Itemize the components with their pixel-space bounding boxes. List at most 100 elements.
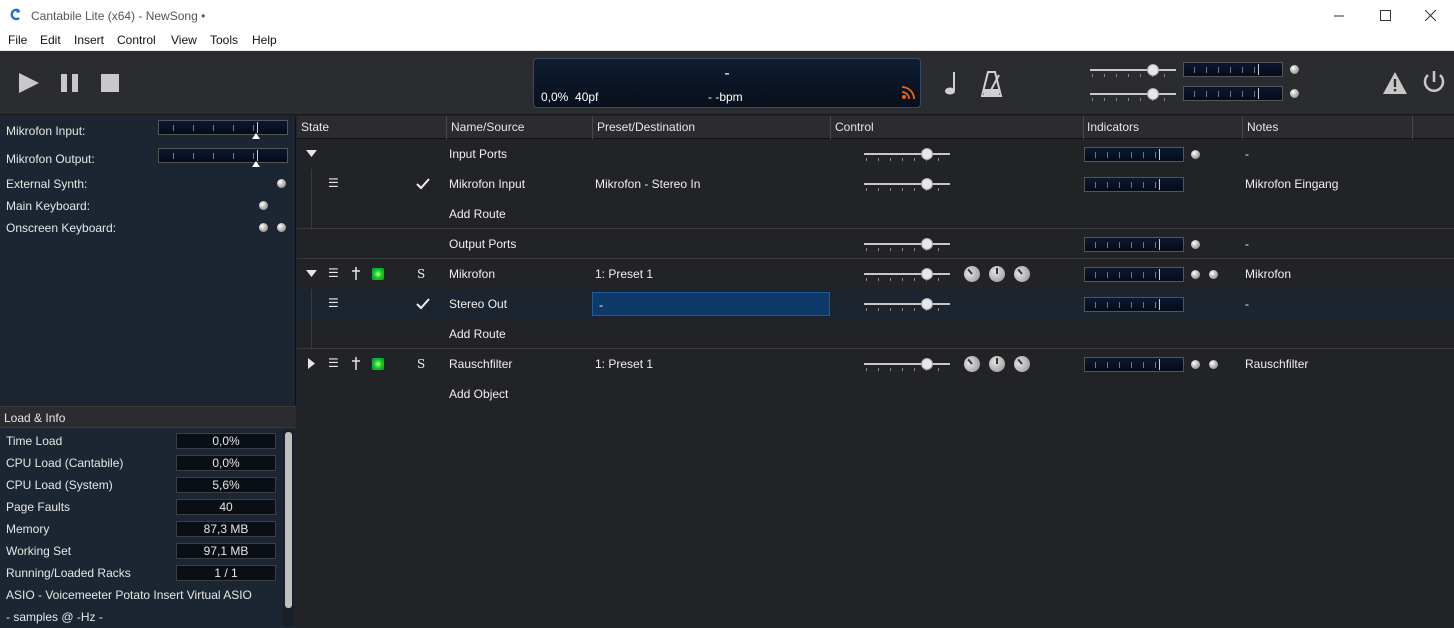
menu-view[interactable]: View: [171, 33, 197, 47]
destination-value: -: [599, 298, 603, 312]
add-route-link[interactable]: Add Route: [449, 327, 506, 341]
activity-led: [1191, 150, 1200, 159]
gain-slider[interactable]: [864, 358, 950, 371]
menu-file[interactable]: File: [8, 33, 27, 47]
activity-led: [1191, 240, 1200, 249]
gain-slider[interactable]: [864, 148, 950, 161]
level-marker-icon[interactable]: [252, 161, 260, 167]
add-route-link[interactable]: Add Route: [449, 207, 506, 221]
pan-knob[interactable]: [960, 352, 984, 376]
row-name: Input Ports: [449, 147, 508, 161]
maximize-button[interactable]: [1362, 0, 1408, 31]
column-indicators[interactable]: Indicators: [1087, 120, 1139, 134]
column-control[interactable]: Control: [835, 120, 874, 134]
balance-knob[interactable]: [989, 266, 1005, 282]
toolbar: - 0,0% 40pf - -bpm: [0, 51, 1454, 115]
gain-slider[interactable]: [864, 268, 950, 281]
power-led[interactable]: [372, 268, 384, 280]
warning-icon[interactable]: [1382, 71, 1408, 95]
pan-knob[interactable]: [960, 262, 984, 286]
checkmark-icon[interactable]: [416, 178, 430, 190]
collapse-icon[interactable]: [306, 150, 317, 157]
close-button[interactable]: [1407, 0, 1453, 31]
minimize-button[interactable]: [1316, 0, 1362, 31]
table-row[interactable]: ☰ Mikrofon Input Mikrofon - Stereo In Mi…: [297, 169, 1454, 229]
add-object-link[interactable]: Add Object: [449, 387, 508, 401]
table-row[interactable]: Add Route: [297, 199, 1454, 229]
solo-button[interactable]: S: [417, 267, 425, 281]
master-output-slider[interactable]: [1090, 88, 1176, 101]
master-input-led: [1290, 65, 1299, 74]
level-meter: [1084, 267, 1184, 282]
balance-knob[interactable]: [989, 356, 1005, 372]
gain-slider[interactable]: [864, 178, 950, 191]
expand-icon[interactable]: [308, 358, 315, 369]
maximize-icon: [1379, 10, 1391, 21]
table-row[interactable]: ☰ S Mikrofon 1: Preset 1 Mikrofon: [297, 259, 1454, 289]
column-preset-destination[interactable]: Preset/Destination: [597, 120, 695, 134]
gain-slider[interactable]: [864, 298, 950, 311]
width-knob[interactable]: [1010, 352, 1034, 376]
menu-handle-icon[interactable]: ☰: [328, 176, 339, 190]
menu-tools[interactable]: Tools: [210, 33, 238, 47]
table-row-selected[interactable]: ☰ Stereo Out - -: [297, 289, 1454, 349]
mikrofon-input-meter[interactable]: [158, 120, 288, 135]
power-icon[interactable]: [1421, 69, 1447, 95]
power-led[interactable]: [372, 358, 384, 370]
menu-handle-icon[interactable]: ☰: [328, 296, 339, 310]
mikrofon-output-meter[interactable]: [158, 148, 288, 163]
midi-out-led: [1209, 270, 1218, 279]
menu-help[interactable]: Help: [252, 33, 277, 47]
menu-handle-icon[interactable]: ☰: [328, 356, 339, 370]
row-preset[interactable]: 1: Preset 1: [595, 267, 653, 281]
column-notes[interactable]: Notes: [1247, 120, 1278, 134]
sample-rate-text: - samples @ -Hz -: [6, 610, 103, 624]
table-row[interactable]: ☰ S Rauschfilter 1: Preset 1 Rauschfilte…: [297, 349, 1454, 379]
load-info-scrollbar[interactable]: [283, 430, 294, 626]
scrollbar-thumb[interactable]: [285, 432, 292, 608]
bypass-icon[interactable]: [351, 357, 361, 371]
master-output-meter: [1183, 86, 1283, 101]
note-icon[interactable]: [943, 71, 959, 97]
master-input-slider[interactable]: [1090, 64, 1176, 77]
row-preset[interactable]: 1: Preset 1: [595, 357, 653, 371]
info-value: 40: [176, 499, 276, 515]
menu-insert[interactable]: Insert: [74, 33, 104, 47]
width-knob[interactable]: [1010, 262, 1034, 286]
menu-handle-icon[interactable]: ☰: [328, 266, 339, 280]
load-info-header[interactable]: Load & Info: [0, 406, 296, 428]
stop-icon[interactable]: [100, 73, 120, 93]
column-name-source[interactable]: Name/Source: [451, 120, 524, 134]
destination-field[interactable]: -: [592, 292, 830, 316]
rss-icon[interactable]: [901, 86, 915, 100]
close-icon: [1424, 10, 1436, 21]
master-input-meter: [1183, 62, 1283, 77]
table-row[interactable]: Add Object: [297, 379, 1454, 409]
metronome-icon[interactable]: [981, 70, 1003, 98]
info-value: 5,6%: [176, 477, 276, 493]
window-title: Cantabile Lite (x64) - NewSong •: [31, 9, 206, 23]
pause-icon[interactable]: [60, 73, 80, 93]
level-marker-icon[interactable]: [252, 133, 260, 139]
row-notes: -: [1245, 237, 1249, 251]
title-bar: Cantabile Lite (x64) - NewSong •: [0, 0, 1454, 31]
info-label: Working Set: [6, 544, 72, 558]
menu-control[interactable]: Control: [117, 33, 156, 47]
table-row[interactable]: Add Route: [297, 319, 1454, 349]
table-row[interactable]: Input Ports -: [297, 139, 1454, 169]
info-label: CPU Load (System): [6, 478, 113, 492]
collapse-icon[interactable]: [306, 270, 317, 277]
solo-button[interactable]: S: [417, 357, 425, 371]
level-meter: [1084, 297, 1184, 312]
asio-driver-text: ASIO - Voicemeeter Potato Insert Virtual…: [6, 588, 252, 602]
info-label: Running/Loaded Racks: [6, 566, 131, 580]
menu-edit[interactable]: Edit: [40, 33, 61, 47]
bypass-icon[interactable]: [351, 267, 361, 281]
checkmark-icon[interactable]: [416, 298, 430, 310]
column-state[interactable]: State: [301, 120, 329, 134]
info-value: 0,0%: [176, 433, 276, 449]
play-icon[interactable]: [18, 72, 40, 94]
row-preset[interactable]: Mikrofon - Stereo In: [595, 177, 700, 191]
table-row[interactable]: Output Ports -: [297, 229, 1454, 259]
gain-slider[interactable]: [864, 238, 950, 251]
